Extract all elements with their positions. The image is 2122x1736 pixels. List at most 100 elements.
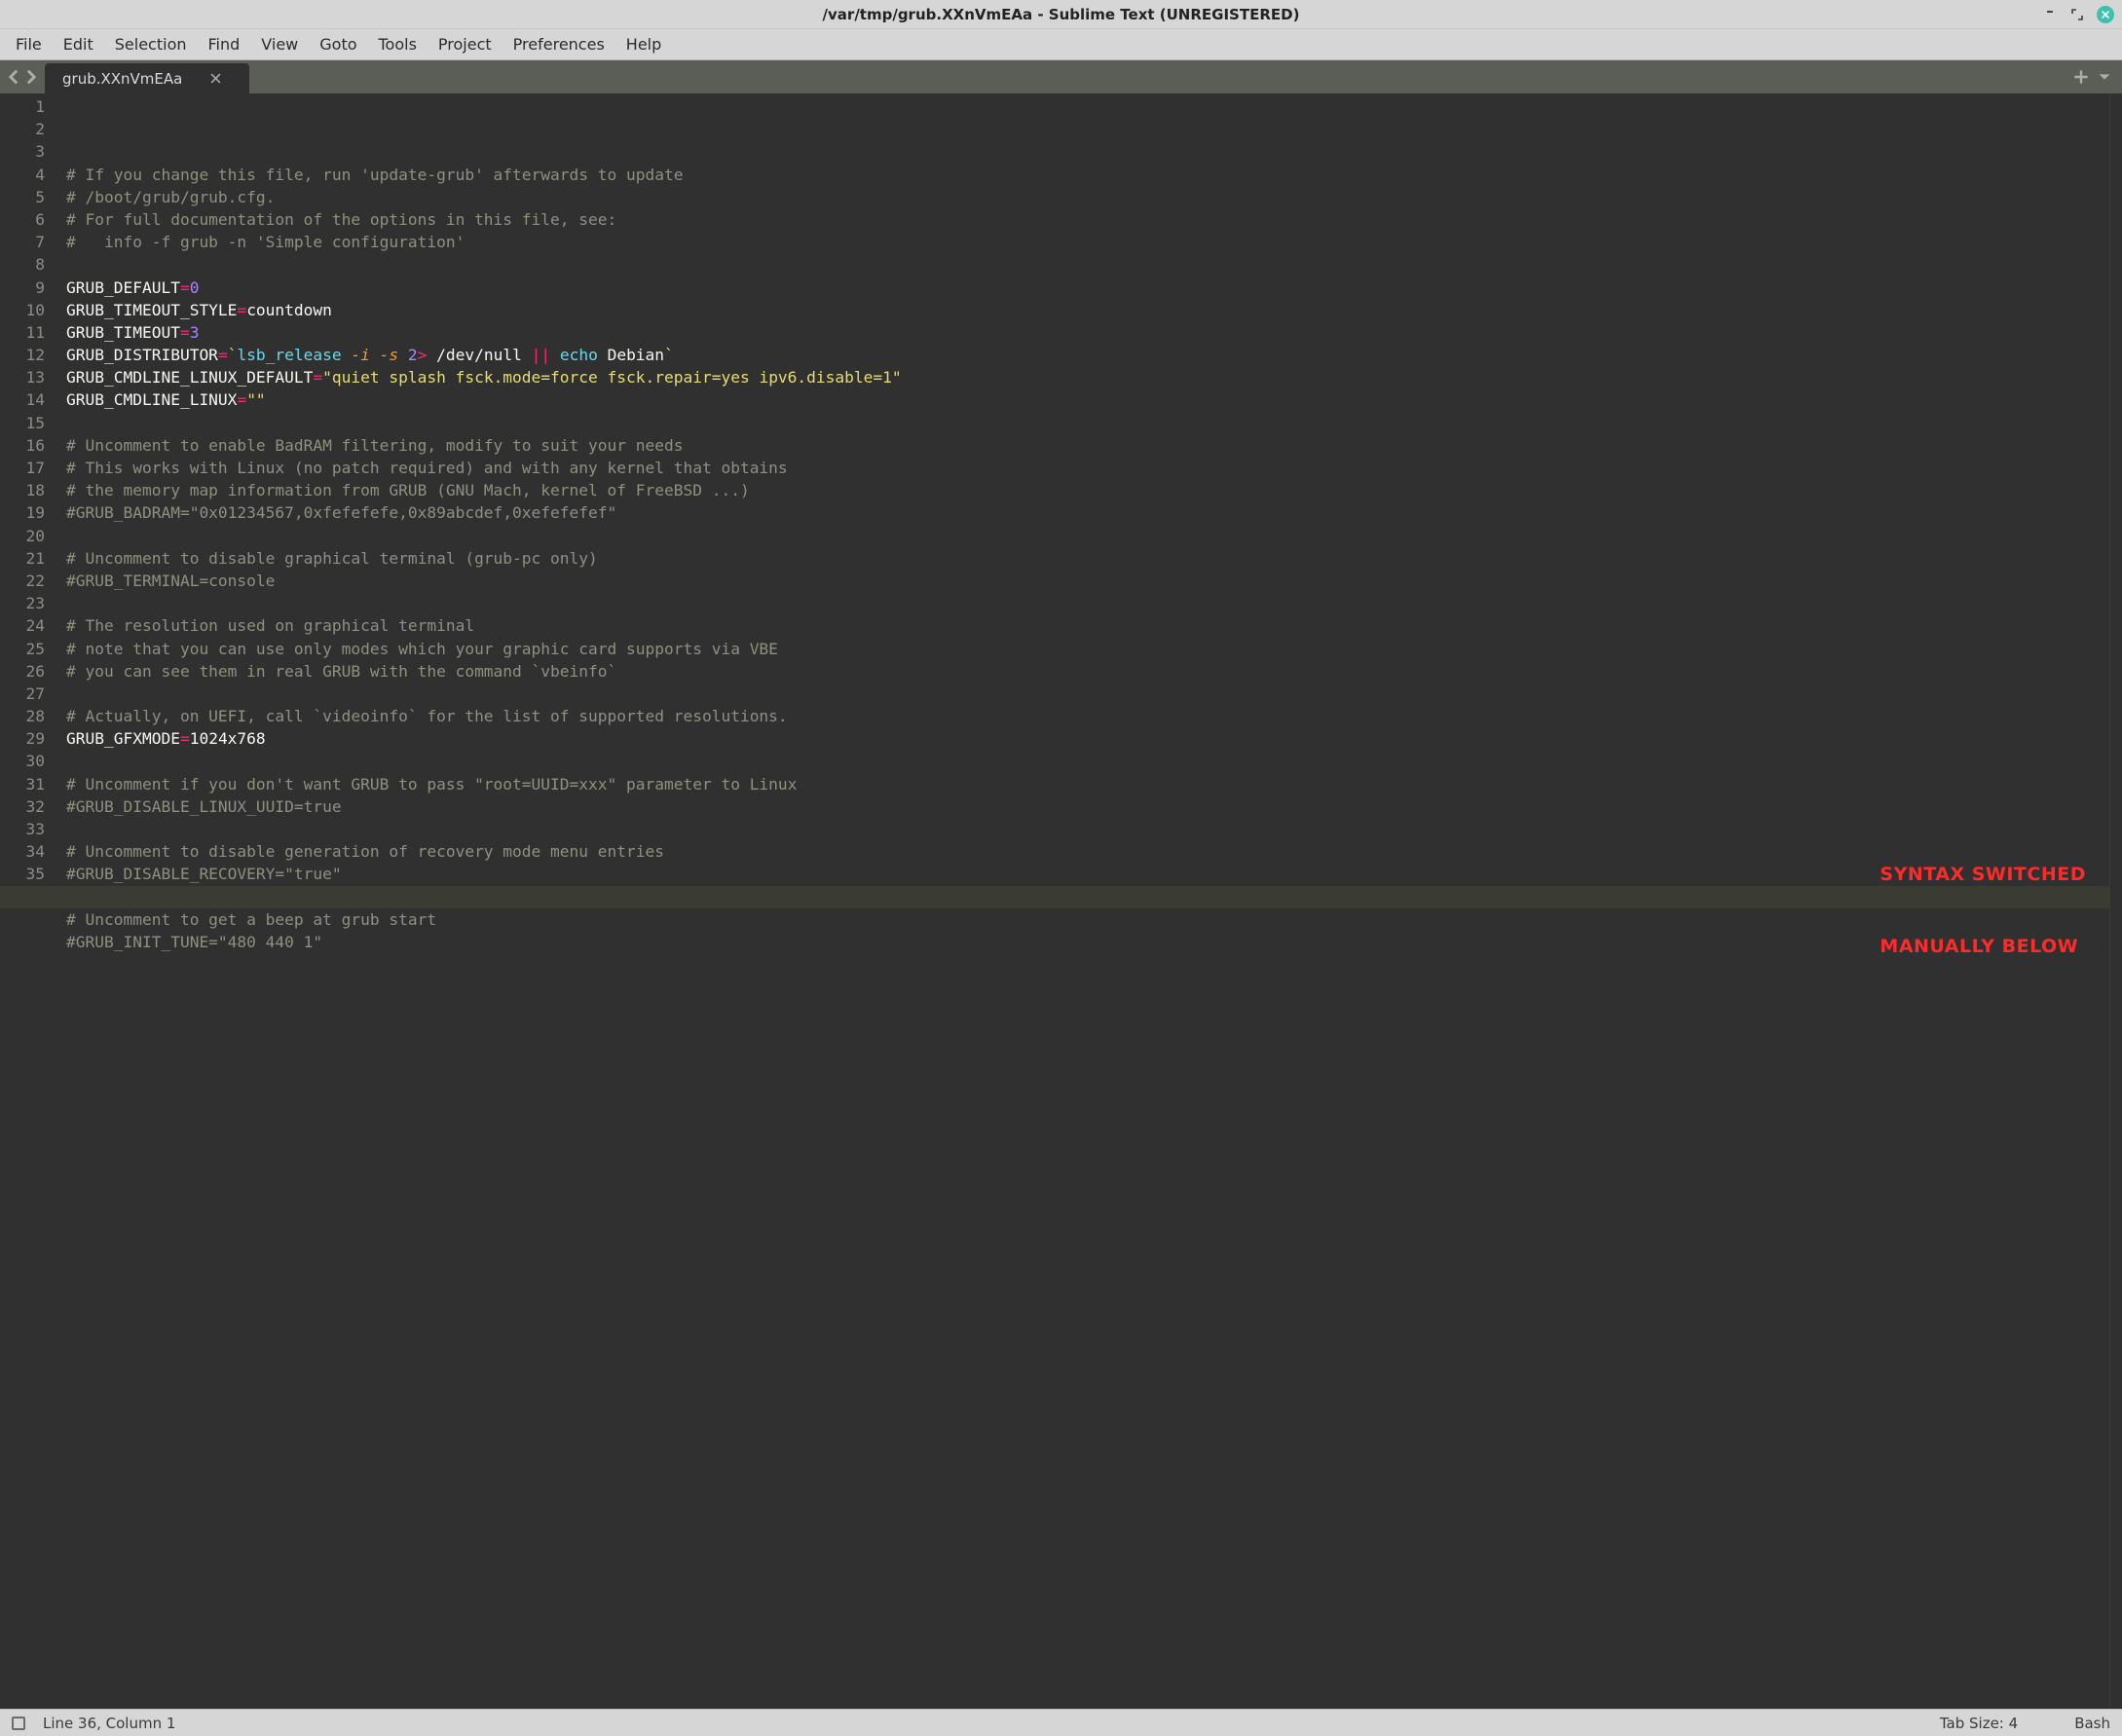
overlay-annotation: SYNTAX SWITCHED MANUALLY BELOW [1880,814,2086,1007]
menu-item-edit[interactable]: Edit [54,31,103,57]
window-minimize-button[interactable]: – [2042,3,2058,18]
code-line: GRUB_DEFAULT=0 [66,277,2109,299]
line-number: 11 [0,321,45,344]
code-line: #GRUB_TERMINAL=console [66,570,2109,592]
code-line: #GRUB_DISABLE_LINUX_UUID=true [66,795,2109,818]
code-line [66,412,2109,434]
side-panel-toggle-icon[interactable] [12,1717,25,1730]
line-number: 23 [0,592,45,614]
menu-item-tools[interactable]: Tools [369,31,427,57]
line-number: 15 [0,412,45,434]
tab-active[interactable]: grub.XXnVmEAa [45,63,249,93]
code-line: # Uncomment to enable BadRAM filtering, … [66,434,2109,457]
code-line: # If you change this file, run 'update-g… [66,164,2109,186]
code-line [66,683,2109,705]
line-number: 34 [0,840,45,863]
line-number: 5 [0,186,45,208]
line-number: 9 [0,277,45,299]
line-number: 2 [0,118,45,140]
code-line: # Uncomment to get a beep at grub start [66,908,2109,931]
code-line: # you can see them in real GRUB with the… [66,660,2109,683]
line-number: 28 [0,705,45,727]
code-line [66,886,2109,908]
line-number: 18 [0,479,45,501]
editor[interactable]: 1234567891011121314151617181920212223242… [0,93,2122,1709]
menu-item-goto[interactable]: Goto [310,31,366,57]
line-number: 4 [0,164,45,186]
menu-item-preferences[interactable]: Preferences [503,31,614,57]
line-number: 27 [0,683,45,705]
annotation-line-1: SYNTAX SWITCHED [1880,863,2086,887]
line-number: 19 [0,501,45,524]
tab-history-back-icon[interactable] [6,69,21,85]
code-line: # For full documentation of the options … [66,208,2109,231]
code-area[interactable]: SYNTAX SWITCHED MANUALLY BELOW # If you … [56,93,2109,1709]
code-line: #GRUB_BADRAM="0x01234567,0xfefefefe,0x89… [66,501,2109,524]
line-number: 21 [0,547,45,570]
code-line: GRUB_TIMEOUT_STYLE=countdown [66,299,2109,321]
code-line: #GRUB_DISABLE_RECOVERY="true" [66,863,2109,885]
line-number: 7 [0,231,45,253]
menu-item-file[interactable]: File [6,31,52,57]
code-line: # Actually, on UEFI, call `videoinfo` fo… [66,705,2109,727]
code-line [66,953,2109,976]
line-number: 26 [0,660,45,683]
code-line: # Uncomment to disable generation of rec… [66,840,2109,863]
window-close-button[interactable] [2097,6,2114,23]
code-line: # /boot/grub/grub.cfg. [66,186,2109,208]
menu-item-view[interactable]: View [251,31,308,57]
line-number: 1 [0,95,45,118]
statusbar: Line 36, Column 1 Tab Size: 4 Bash [0,1709,2122,1736]
code-line: # the memory map information from GRUB (… [66,479,2109,501]
tab-strip: grub.XXnVmEAa [0,60,2122,93]
line-number: 14 [0,388,45,411]
window-title: /var/tmp/grub.XXnVmEAa - Sublime Text (U… [0,6,2122,23]
line-number: 31 [0,773,45,795]
code-line: GRUB_CMDLINE_LINUX_DEFAULT="quiet splash… [66,366,2109,388]
code-line: GRUB_GFXMODE=1024x768 [66,727,2109,750]
code-line [66,253,2109,276]
window-maximize-button[interactable] [2069,7,2085,22]
menu-item-find[interactable]: Find [199,31,250,57]
line-number: 10 [0,299,45,321]
line-number: 8 [0,253,45,276]
line-number: 22 [0,570,45,592]
code-line: # Uncomment if you don't want GRUB to pa… [66,773,2109,795]
new-tab-icon[interactable] [2073,69,2089,85]
code-line: #GRUB_INIT_TUNE="480 440 1" [66,931,2109,953]
tab-label: grub.XXnVmEAa [62,70,182,88]
line-number: 30 [0,750,45,772]
line-number: 16 [0,434,45,457]
tab-history-forward-icon[interactable] [23,69,39,85]
line-number: 6 [0,208,45,231]
line-number: 20 [0,525,45,547]
code-line [66,818,2109,840]
code-line: GRUB_CMDLINE_LINUX="" [66,388,2109,411]
line-number: 17 [0,457,45,479]
tab-dropdown-icon[interactable] [2097,69,2112,85]
code-line: # The resolution used on graphical termi… [66,614,2109,637]
menu-item-help[interactable]: Help [616,31,671,57]
minimap[interactable] [2109,93,2122,1709]
line-number: 29 [0,727,45,750]
line-number: 35 [0,863,45,885]
code-line [66,592,2109,614]
code-line: GRUB_DISTRIBUTOR=`lsb_release -i -s 2> /… [66,344,2109,366]
status-tab-size[interactable]: Tab Size: 4 [1940,1715,2018,1732]
code-line: # note that you can use only modes which… [66,638,2109,660]
line-number: 13 [0,366,45,388]
code-line: # Uncomment to disable graphical termina… [66,547,2109,570]
line-number: 3 [0,140,45,163]
menu-item-project[interactable]: Project [428,31,502,57]
line-number: 24 [0,614,45,637]
code-line: # info -f grub -n 'Simple configuration' [66,231,2109,253]
status-position[interactable]: Line 36, Column 1 [43,1715,175,1732]
code-line: # This works with Linux (no patch requir… [66,457,2109,479]
code-line [66,525,2109,547]
menu-item-selection[interactable]: Selection [105,31,197,57]
code-line [66,750,2109,772]
line-number: 33 [0,818,45,840]
status-syntax[interactable]: Bash [2074,1715,2110,1732]
tab-close-icon[interactable] [207,71,223,87]
line-number: 32 [0,795,45,818]
